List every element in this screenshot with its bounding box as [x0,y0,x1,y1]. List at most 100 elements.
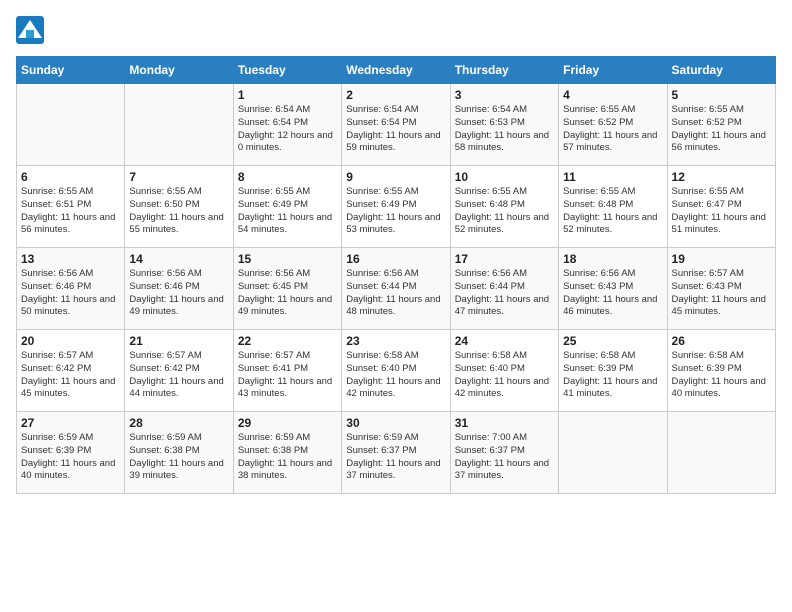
day-number: 10 [455,170,554,184]
day-number: 9 [346,170,445,184]
day-number: 30 [346,416,445,430]
day-info: Sunrise: 6:56 AM Sunset: 6:46 PM Dayligh… [129,268,228,319]
day-info: Sunrise: 6:57 AM Sunset: 6:41 PM Dayligh… [238,350,337,401]
calendar-cell [559,412,667,494]
day-info: Sunrise: 6:58 AM Sunset: 6:39 PM Dayligh… [672,350,771,401]
calendar-table: SundayMondayTuesdayWednesdayThursdayFrid… [16,56,776,494]
calendar-cell: 15 Sunrise: 6:56 AM Sunset: 6:45 PM Dayli… [233,248,341,330]
day-info: Sunrise: 6:56 AM Sunset: 6:44 PM Dayligh… [346,268,445,319]
calendar-body: 1 Sunrise: 6:54 AM Sunset: 6:54 PM Daylig… [17,84,776,494]
day-number: 20 [21,334,120,348]
day-number: 12 [672,170,771,184]
day-info: Sunrise: 6:57 AM Sunset: 6:42 PM Dayligh… [129,350,228,401]
page-header [16,16,776,44]
calendar-cell: 28 Sunrise: 6:59 AM Sunset: 6:38 PM Dayli… [125,412,233,494]
day-info: Sunrise: 6:55 AM Sunset: 6:50 PM Dayligh… [129,186,228,237]
calendar-cell: 23 Sunrise: 6:58 AM Sunset: 6:40 PM Dayli… [342,330,450,412]
day-info: Sunrise: 6:59 AM Sunset: 6:38 PM Dayligh… [238,432,337,483]
calendar-week-row: 6 Sunrise: 6:55 AM Sunset: 6:51 PM Daylig… [17,166,776,248]
day-info: Sunrise: 6:56 AM Sunset: 6:45 PM Dayligh… [238,268,337,319]
day-info: Sunrise: 6:56 AM Sunset: 6:43 PM Dayligh… [563,268,662,319]
day-number: 18 [563,252,662,266]
day-number: 25 [563,334,662,348]
day-number: 2 [346,88,445,102]
day-info: Sunrise: 6:57 AM Sunset: 6:42 PM Dayligh… [21,350,120,401]
day-number: 15 [238,252,337,266]
calendar-cell: 27 Sunrise: 6:59 AM Sunset: 6:39 PM Dayli… [17,412,125,494]
day-number: 8 [238,170,337,184]
day-info: Sunrise: 6:58 AM Sunset: 6:40 PM Dayligh… [346,350,445,401]
logo-icon [16,16,44,44]
calendar-cell: 3 Sunrise: 6:54 AM Sunset: 6:53 PM Daylig… [450,84,558,166]
calendar-cell: 30 Sunrise: 6:59 AM Sunset: 6:37 PM Dayli… [342,412,450,494]
calendar-cell: 26 Sunrise: 6:58 AM Sunset: 6:39 PM Dayli… [667,330,775,412]
day-number: 13 [21,252,120,266]
calendar-week-row: 20 Sunrise: 6:57 AM Sunset: 6:42 PM Dayli… [17,330,776,412]
day-number: 7 [129,170,228,184]
day-number: 26 [672,334,771,348]
calendar-cell: 29 Sunrise: 6:59 AM Sunset: 6:38 PM Dayli… [233,412,341,494]
weekday-header-cell: Friday [559,57,667,84]
calendar-cell: 8 Sunrise: 6:55 AM Sunset: 6:49 PM Daylig… [233,166,341,248]
calendar-cell: 17 Sunrise: 6:56 AM Sunset: 6:44 PM Dayli… [450,248,558,330]
day-number: 16 [346,252,445,266]
day-info: Sunrise: 6:55 AM Sunset: 6:48 PM Dayligh… [563,186,662,237]
calendar-cell [667,412,775,494]
calendar-cell: 31Sunrise: 7:00 AM Sunset: 6:37 PM Dayli… [450,412,558,494]
calendar-cell: 18 Sunrise: 6:56 AM Sunset: 6:43 PM Dayli… [559,248,667,330]
calendar-cell: 24Sunrise: 6:58 AM Sunset: 6:40 PM Dayli… [450,330,558,412]
day-number: 1 [238,88,337,102]
day-info: Sunrise: 6:58 AM Sunset: 6:40 PM Dayligh… [455,350,554,401]
day-number: 11 [563,170,662,184]
calendar-cell: 16 Sunrise: 6:56 AM Sunset: 6:44 PM Dayli… [342,248,450,330]
day-number: 4 [563,88,662,102]
day-number: 3 [455,88,554,102]
calendar-cell: 14 Sunrise: 6:56 AM Sunset: 6:46 PM Dayli… [125,248,233,330]
weekday-header-cell: Tuesday [233,57,341,84]
day-info: Sunrise: 6:54 AM Sunset: 6:53 PM Dayligh… [455,104,554,155]
weekday-header-row: SundayMondayTuesdayWednesdayThursdayFrid… [17,57,776,84]
day-number: 17 [455,252,554,266]
day-info: Sunrise: 6:55 AM Sunset: 6:52 PM Dayligh… [563,104,662,155]
day-info: Sunrise: 6:55 AM Sunset: 6:49 PM Dayligh… [346,186,445,237]
calendar-cell: 5Sunrise: 6:55 AM Sunset: 6:52 PM Daylig… [667,84,775,166]
day-info: Sunrise: 6:54 AM Sunset: 6:54 PM Dayligh… [346,104,445,155]
day-info: Sunrise: 6:58 AM Sunset: 6:39 PM Dayligh… [563,350,662,401]
calendar-cell: 19Sunrise: 6:57 AM Sunset: 6:43 PM Dayli… [667,248,775,330]
calendar-week-row: 1 Sunrise: 6:54 AM Sunset: 6:54 PM Daylig… [17,84,776,166]
weekday-header-cell: Sunday [17,57,125,84]
calendar-cell: 10 Sunrise: 6:55 AM Sunset: 6:48 PM Dayli… [450,166,558,248]
day-info: Sunrise: 6:59 AM Sunset: 6:38 PM Dayligh… [129,432,228,483]
weekday-header-cell: Thursday [450,57,558,84]
day-info: Sunrise: 6:59 AM Sunset: 6:39 PM Dayligh… [21,432,120,483]
day-number: 21 [129,334,228,348]
calendar-week-row: 13 Sunrise: 6:56 AM Sunset: 6:46 PM Dayli… [17,248,776,330]
logo [16,16,46,44]
calendar-week-row: 27 Sunrise: 6:59 AM Sunset: 6:39 PM Dayli… [17,412,776,494]
day-info: Sunrise: 6:55 AM Sunset: 6:47 PM Dayligh… [672,186,771,237]
day-number: 6 [21,170,120,184]
calendar-cell: 21 Sunrise: 6:57 AM Sunset: 6:42 PM Dayli… [125,330,233,412]
day-info: Sunrise: 7:00 AM Sunset: 6:37 PM Dayligh… [455,432,554,483]
day-info: Sunrise: 6:55 AM Sunset: 6:51 PM Dayligh… [21,186,120,237]
calendar-cell: 11 Sunrise: 6:55 AM Sunset: 6:48 PM Dayli… [559,166,667,248]
day-info: Sunrise: 6:55 AM Sunset: 6:48 PM Dayligh… [455,186,554,237]
calendar-cell: 22Sunrise: 6:57 AM Sunset: 6:41 PM Dayli… [233,330,341,412]
calendar-cell: 2 Sunrise: 6:54 AM Sunset: 6:54 PM Daylig… [342,84,450,166]
calendar-cell [125,84,233,166]
day-info: Sunrise: 6:56 AM Sunset: 6:44 PM Dayligh… [455,268,554,319]
day-info: Sunrise: 6:55 AM Sunset: 6:52 PM Dayligh… [672,104,771,155]
calendar-cell: 20 Sunrise: 6:57 AM Sunset: 6:42 PM Dayli… [17,330,125,412]
day-number: 29 [238,416,337,430]
day-number: 28 [129,416,228,430]
weekday-header-cell: Monday [125,57,233,84]
day-number: 14 [129,252,228,266]
weekday-header-cell: Saturday [667,57,775,84]
calendar-cell: 7 Sunrise: 6:55 AM Sunset: 6:50 PM Daylig… [125,166,233,248]
day-info: Sunrise: 6:54 AM Sunset: 6:54 PM Dayligh… [238,104,337,155]
day-number: 27 [21,416,120,430]
day-info: Sunrise: 6:59 AM Sunset: 6:37 PM Dayligh… [346,432,445,483]
day-info: Sunrise: 6:55 AM Sunset: 6:49 PM Dayligh… [238,186,337,237]
day-info: Sunrise: 6:57 AM Sunset: 6:43 PM Dayligh… [672,268,771,319]
day-number: 23 [346,334,445,348]
